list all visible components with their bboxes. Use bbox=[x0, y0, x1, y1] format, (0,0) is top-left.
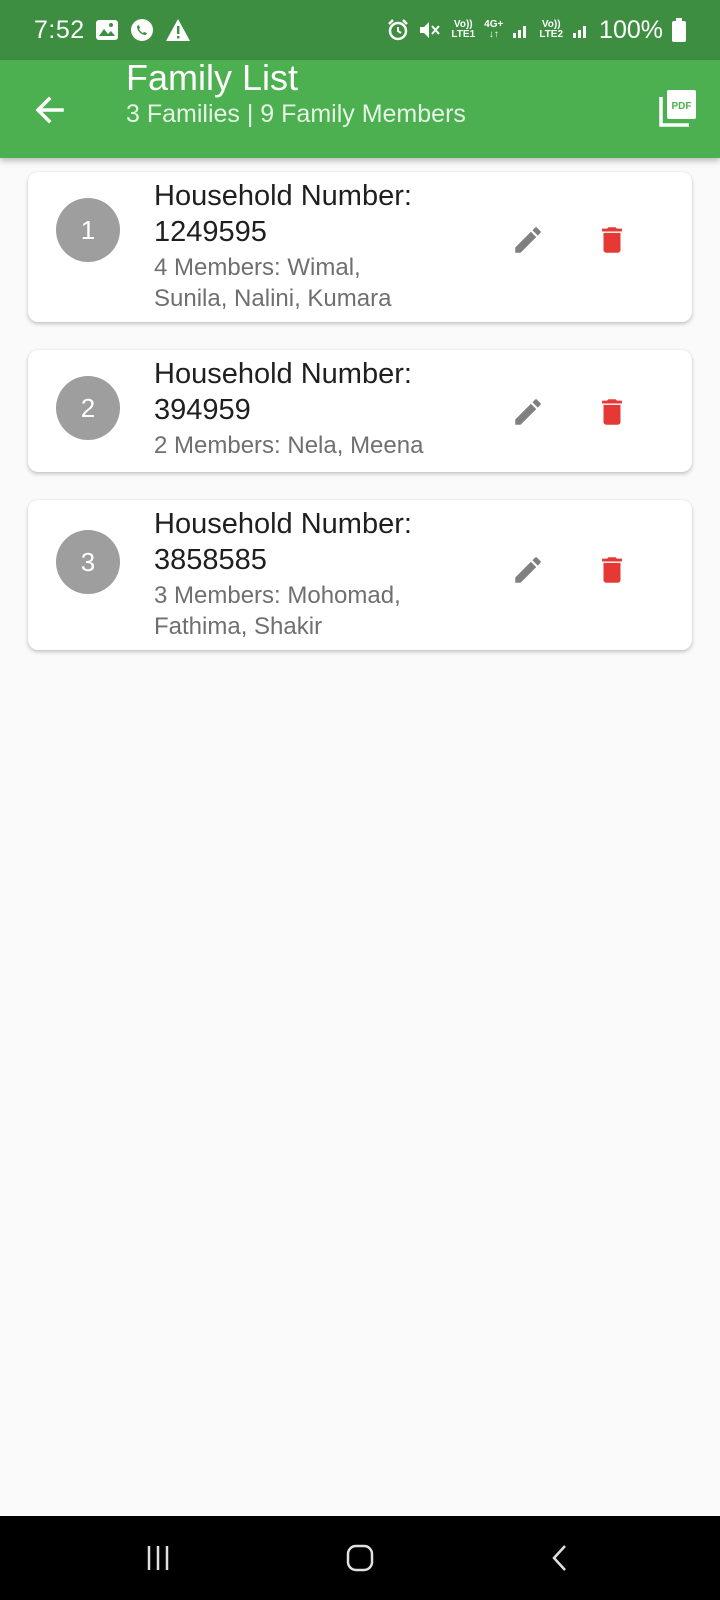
arrow-back-icon bbox=[35, 96, 64, 124]
members-text: 4 Members: Wimal, Sunila, Nalini, Kumara bbox=[154, 254, 392, 312]
delete-button[interactable] bbox=[590, 218, 634, 262]
page-title: Family List bbox=[126, 57, 299, 98]
home-button[interactable] bbox=[338, 1536, 382, 1580]
delete-button[interactable] bbox=[590, 390, 634, 434]
family-info: Household Number: 394959 2 Members: Nela… bbox=[154, 356, 474, 461]
household-label: Household Number: bbox=[154, 508, 412, 540]
warning-icon bbox=[165, 19, 190, 41]
alarm-icon bbox=[388, 19, 409, 41]
back-button[interactable] bbox=[28, 88, 72, 132]
members-text: 3 Members: Mohomad, Fathima, Shakir bbox=[154, 582, 401, 640]
chevron-left-icon bbox=[552, 1545, 566, 1571]
sim2-volte-label: Vo)) LTE2 bbox=[539, 19, 564, 40]
home-icon bbox=[346, 1544, 374, 1572]
signal-icon bbox=[513, 26, 527, 38]
family-index-avatar: 3 bbox=[56, 530, 120, 594]
family-card[interactable]: 3 Household Number: 3858585 3 Members: M… bbox=[28, 500, 692, 650]
household-number: 3858585 bbox=[154, 544, 267, 576]
household-label: Household Number: bbox=[154, 358, 412, 390]
family-list: 1 Household Number: 1249595 4 Members: W… bbox=[28, 172, 692, 678]
status-time: 7:52 bbox=[34, 15, 85, 44]
edit-button[interactable] bbox=[506, 218, 550, 262]
svg-text:PDF: PDF bbox=[672, 101, 692, 112]
export-pdf-button[interactable]: PDF bbox=[658, 88, 698, 128]
network-type-label: 4G+ ↓↑ bbox=[484, 19, 504, 40]
mute-icon bbox=[420, 22, 441, 38]
status-bar: 7:52 Vo)) LTE1 4G+ ↓↑ Vo)) LTE2 100% bbox=[0, 0, 720, 60]
app-bar: Family List 3 Families | 9 Family Member… bbox=[0, 57, 720, 158]
family-info: Household Number: 1249595 4 Members: Wim… bbox=[154, 178, 474, 314]
recent-apps-button[interactable] bbox=[136, 1536, 180, 1580]
trash-icon bbox=[602, 399, 622, 425]
page-subtitle: 3 Families | 9 Family Members bbox=[126, 100, 466, 128]
family-card[interactable]: 1 Household Number: 1249595 4 Members: W… bbox=[28, 172, 692, 322]
back-nav-button[interactable] bbox=[538, 1536, 582, 1580]
family-index-avatar: 1 bbox=[56, 198, 120, 262]
pencil-icon bbox=[515, 557, 541, 583]
sim1-volte-label: Vo)) LTE1 bbox=[451, 19, 476, 40]
trash-icon bbox=[602, 227, 622, 253]
household-number: 394959 bbox=[154, 394, 251, 426]
pdf-export-icon: PDF bbox=[659, 90, 696, 127]
delete-button[interactable] bbox=[590, 548, 634, 592]
pencil-icon bbox=[515, 399, 541, 425]
family-card[interactable]: 2 Household Number: 394959 2 Members: Ne… bbox=[28, 350, 692, 472]
pencil-icon bbox=[515, 227, 541, 253]
signal-icon bbox=[573, 26, 587, 38]
system-nav-bar bbox=[0, 1516, 720, 1600]
household-number: 1249595 bbox=[154, 216, 267, 248]
household-label: Household Number: bbox=[154, 180, 412, 212]
gallery-icon bbox=[95, 20, 118, 40]
recent-apps-icon bbox=[147, 1546, 169, 1570]
whatsapp-icon bbox=[130, 19, 153, 41]
battery-percent: 100% bbox=[599, 15, 663, 44]
edit-button[interactable] bbox=[506, 548, 550, 592]
members-text: 2 Members: Nela, Meena bbox=[154, 432, 424, 459]
family-info: Household Number: 3858585 3 Members: Moh… bbox=[154, 506, 474, 642]
edit-button[interactable] bbox=[506, 390, 550, 434]
trash-icon bbox=[602, 557, 622, 583]
battery-icon bbox=[672, 18, 686, 42]
family-index-avatar: 2 bbox=[56, 376, 120, 440]
